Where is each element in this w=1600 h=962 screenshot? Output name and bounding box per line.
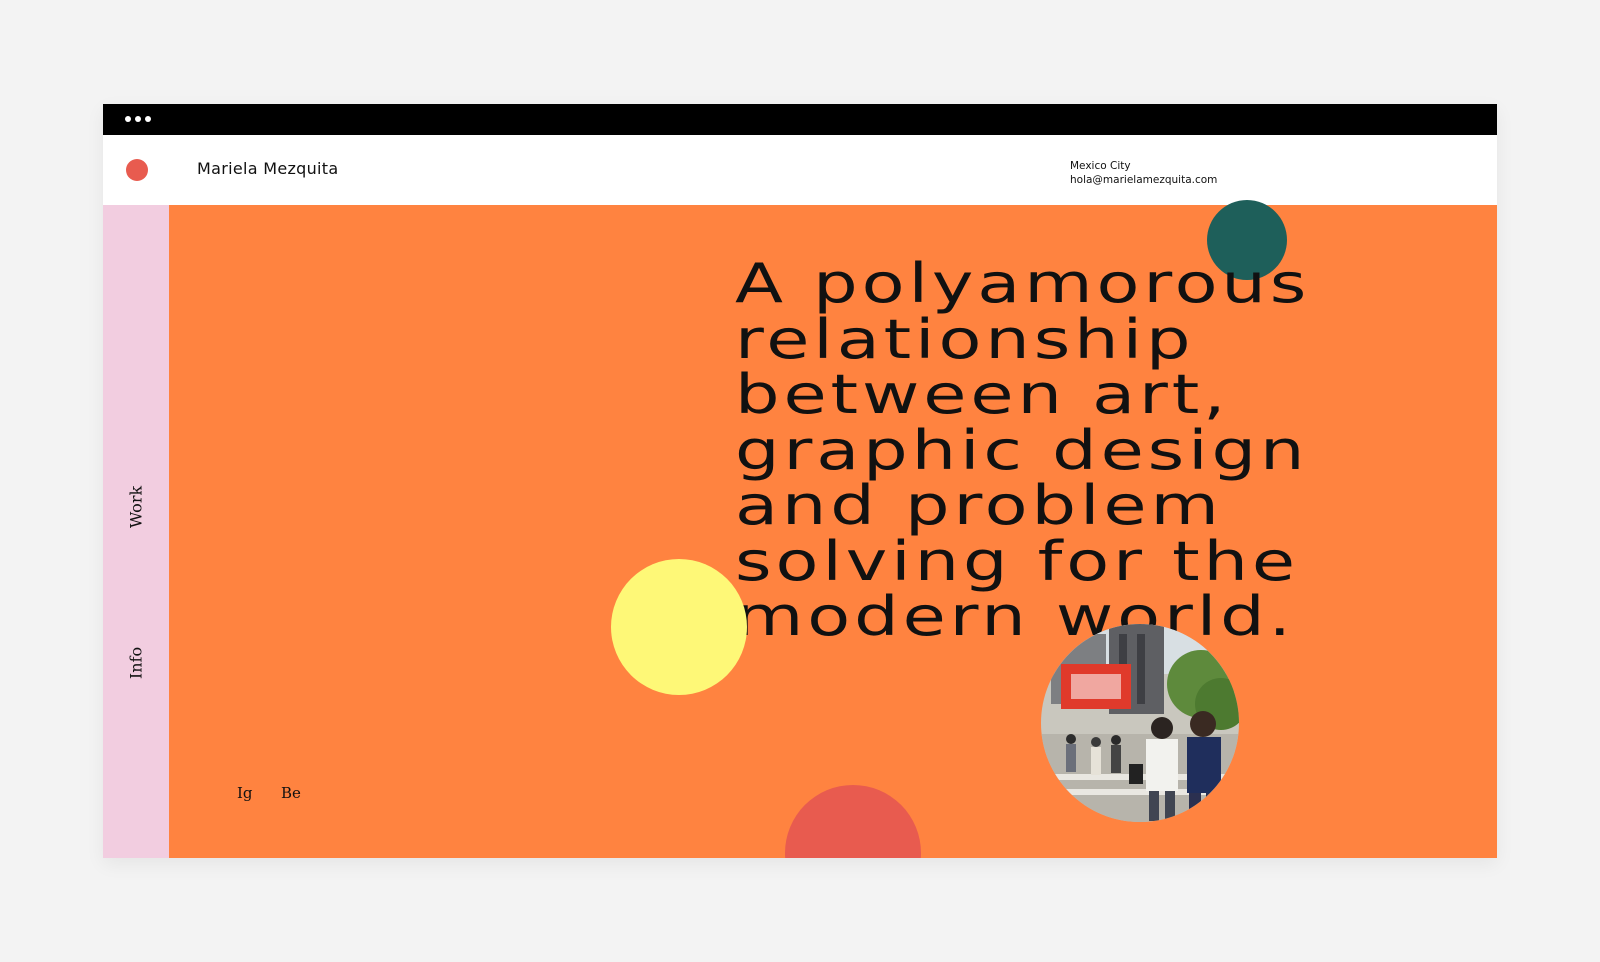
site-name[interactable]: Mariela Mezquita bbox=[197, 159, 338, 178]
logo-dot-icon[interactable] bbox=[126, 159, 148, 181]
dot-icon bbox=[125, 116, 131, 122]
contact-info: Mexico City hola@marielamezquita.com bbox=[1070, 159, 1217, 187]
contact-city: Mexico City bbox=[1070, 160, 1131, 172]
sidebar-nav: Work Info bbox=[103, 205, 169, 858]
sidebar-item-work[interactable]: Work bbox=[127, 486, 146, 528]
red-circle-decoration bbox=[785, 785, 921, 858]
sidebar-item-info[interactable]: Info bbox=[127, 647, 146, 679]
dot-icon bbox=[135, 116, 141, 122]
instagram-link[interactable]: Ig bbox=[237, 784, 253, 802]
yellow-circle-decoration bbox=[611, 559, 747, 695]
contact-email[interactable]: hola@marielamezquita.com bbox=[1070, 173, 1217, 187]
street-photo-circle bbox=[1041, 624, 1239, 822]
hero-headline: A polyamorous relationship between art, … bbox=[735, 252, 1311, 648]
behance-link[interactable]: Be bbox=[281, 784, 301, 802]
browser-window: Mariela Mezquita Mexico City hola@mariel… bbox=[103, 104, 1497, 858]
window-controls-icon[interactable] bbox=[125, 116, 151, 122]
street-crossing-photo bbox=[1041, 624, 1239, 822]
window-titlebar bbox=[103, 104, 1497, 135]
dot-icon bbox=[145, 116, 151, 122]
site-header: Mariela Mezquita Mexico City hola@mariel… bbox=[103, 135, 1497, 205]
